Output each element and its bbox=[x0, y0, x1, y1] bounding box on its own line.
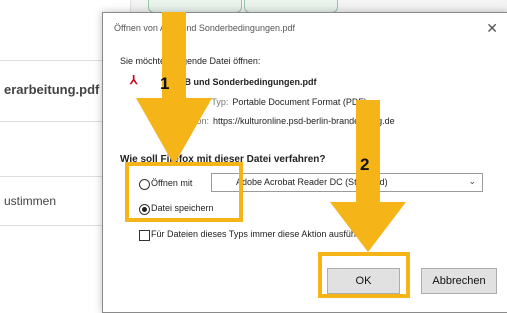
step-1-number: 1 bbox=[160, 74, 170, 93]
chevron-down-icon: ⌄ bbox=[468, 176, 476, 186]
remember-choice-checkbox[interactable] bbox=[139, 230, 150, 241]
cancel-button[interactable]: Abbrechen bbox=[421, 268, 497, 294]
highlight-ok-button bbox=[318, 252, 410, 298]
step-2-number: 2 bbox=[360, 155, 370, 174]
background-row-text: ustimmen bbox=[4, 194, 57, 208]
highlight-save-option bbox=[125, 162, 243, 222]
close-icon[interactable]: ✕ bbox=[486, 20, 498, 37]
background-row-text: erarbeitung.pdf bbox=[4, 82, 100, 97]
arrow-step-1-icon bbox=[136, 12, 212, 165]
arrow-step-2-icon bbox=[330, 100, 406, 252]
